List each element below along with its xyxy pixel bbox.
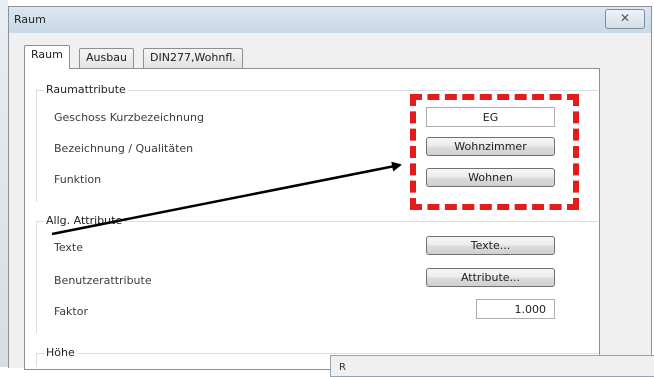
group-border — [36, 90, 37, 202]
overlapping-dialog: R — [330, 355, 654, 377]
close-button[interactable]: ✕ — [605, 9, 645, 29]
tab-din277-wohnfl[interactable]: DIN277,Wohnfl. — [143, 48, 243, 68]
attribute-button[interactable]: Attribute... — [426, 268, 555, 287]
geschoss-field[interactable]: EG — [426, 107, 555, 127]
label-benutzerattribute: Benutzerattribute — [54, 274, 152, 287]
label-geschoss-kurzbezeichnung: Geschoss Kurzbezeichnung — [54, 111, 204, 124]
label-texte: Texte — [54, 241, 84, 254]
overlapping-dialog-title: R — [339, 362, 346, 373]
group-title-raumattribute: Raumattribute — [44, 83, 128, 96]
background-strip — [0, 0, 8, 367]
group-title-hoehe: Höhe — [44, 346, 77, 359]
window-title: Raum — [14, 13, 46, 26]
group-border — [36, 353, 598, 354]
label-faktor: Faktor — [54, 305, 88, 318]
bezeichnung-button[interactable]: Wohnzimmer — [426, 137, 555, 156]
group-border — [36, 353, 37, 367]
label-bezeichnung-qualitaeten: Bezeichnung / Qualitäten — [54, 142, 194, 155]
group-border — [36, 221, 37, 333]
tab-raum[interactable]: Raum — [24, 45, 70, 69]
texte-button[interactable]: Texte... — [426, 236, 555, 255]
title-bar: Raum ✕ — [9, 7, 651, 33]
label-funktion: Funktion — [54, 173, 102, 186]
close-icon: ✕ — [619, 11, 631, 25]
tab-ausbau[interactable]: Ausbau — [79, 48, 134, 68]
group-title-allg-attribute: Allg. Attribute — [44, 214, 125, 227]
funktion-button[interactable]: Wohnen — [426, 168, 555, 187]
faktor-field[interactable]: 1.000 — [476, 299, 555, 319]
